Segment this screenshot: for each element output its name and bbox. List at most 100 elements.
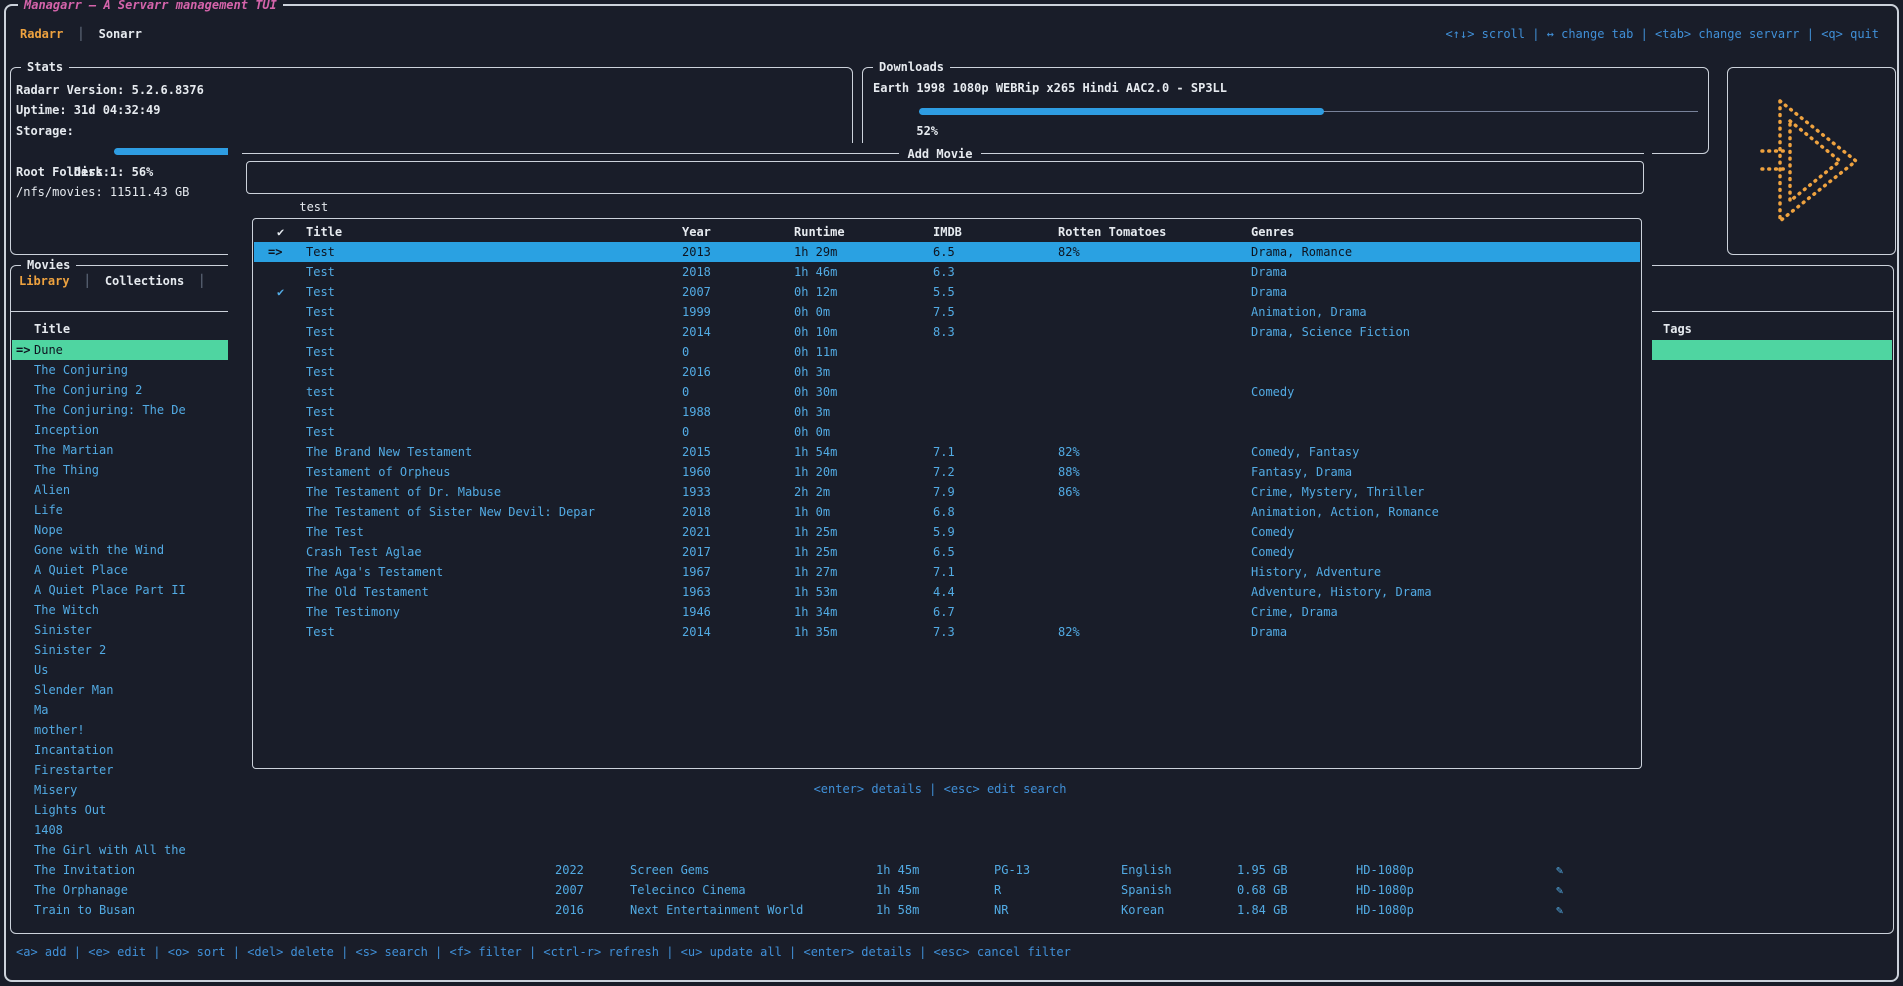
add-movie-row[interactable]: The Testament of Dr. Mabuse19332h 2m7.98… xyxy=(254,482,1640,502)
add-movie-row[interactable]: The Old Testament19631h 53m4.4Adventure,… xyxy=(254,582,1640,602)
movie-title: The Martian xyxy=(34,440,113,460)
movie-runtime: 1h 45m xyxy=(876,860,919,880)
result-title: The Testament of Sister New Devil: Depar xyxy=(306,502,595,522)
add-movie-row[interactable]: =>Test20131h 29m6.582%Drama, Romance xyxy=(254,242,1640,262)
result-runtime: 1h 35m xyxy=(794,622,837,642)
add-movie-row[interactable]: The Testament of Sister New Devil: Depar… xyxy=(254,502,1640,522)
result-year: 2015 xyxy=(682,442,711,462)
logo-panel xyxy=(1727,67,1896,255)
movie-language: English xyxy=(1121,860,1172,880)
result-title: Testament of Orpheus xyxy=(306,462,451,482)
movie-title: Misery xyxy=(34,780,77,800)
result-runtime: 0h 3m xyxy=(794,362,830,382)
result-year: 2014 xyxy=(682,322,711,342)
add-movie-search-input[interactable]: test xyxy=(246,161,1644,194)
add-movie-row[interactable]: Testament of Orpheus19601h 20m7.288%Fant… xyxy=(254,462,1640,482)
add-movie-row[interactable]: Test20140h 10m8.3Drama, Science Fiction xyxy=(254,322,1640,342)
result-title: Test xyxy=(306,622,335,642)
add-movie-row[interactable]: Test20160h 3m xyxy=(254,362,1640,382)
add-movie-rows: =>Test20131h 29m6.582%Drama, RomanceTest… xyxy=(254,242,1640,642)
column-genres: Genres xyxy=(1251,222,1294,242)
result-year: 2018 xyxy=(682,502,711,522)
result-year: 2017 xyxy=(682,542,711,562)
movie-title: 1408 xyxy=(34,820,63,840)
library-row[interactable]: The Orphanage2007Telecinco Cinema1h 45mR… xyxy=(12,880,1892,900)
movie-title: Alien xyxy=(34,480,70,500)
result-runtime: 1h 53m xyxy=(794,582,837,602)
result-genres: Drama, Science Fiction xyxy=(1251,322,1410,342)
result-genres: Drama xyxy=(1251,282,1287,302)
result-year: 1963 xyxy=(682,582,711,602)
download-progressbar xyxy=(919,101,1698,121)
add-movie-row[interactable]: Test00h 0m xyxy=(254,422,1640,442)
column-tags: Tags xyxy=(1663,319,1692,339)
add-movie-row[interactable]: Test20141h 35m7.382%Drama xyxy=(254,622,1640,642)
movie-title: The Orphanage xyxy=(34,880,128,900)
result-imdb: 7.1 xyxy=(933,562,955,582)
result-title: Test xyxy=(306,402,335,422)
result-genres: Comedy xyxy=(1251,382,1294,402)
movie-title: The Conjuring: The De xyxy=(34,400,186,420)
radarr-version: Radarr Version: 5.2.6.8376 xyxy=(16,80,844,100)
result-year: 2007 xyxy=(682,282,711,302)
movie-quality: HD-1080p xyxy=(1356,900,1414,920)
result-year: 2014 xyxy=(682,622,711,642)
result-imdb: 6.3 xyxy=(933,262,955,282)
add-movie-row[interactable]: Crash Test Aglae20171h 25m6.5Comedy xyxy=(254,542,1640,562)
stats-panel-title: Stats xyxy=(21,59,69,75)
result-genres: Drama, Romance xyxy=(1251,242,1352,262)
add-movie-row[interactable]: test00h 30mComedy xyxy=(254,382,1640,402)
result-imdb: 7.3 xyxy=(933,622,955,642)
column-rotten-tomatoes: Rotten Tomatoes xyxy=(1058,222,1166,242)
result-imdb: 8.3 xyxy=(933,322,955,342)
movie-title: Sinister xyxy=(34,620,92,640)
movie-title: Dune xyxy=(34,340,63,360)
movie-title: Lights Out xyxy=(34,800,106,820)
add-movie-row[interactable]: The Test20211h 25m5.9Comedy xyxy=(254,522,1640,542)
tab-library[interactable]: Library xyxy=(19,271,70,291)
add-movie-row[interactable]: Test19990h 0m7.5Animation, Drama xyxy=(254,302,1640,322)
tab-collections[interactable]: Collections xyxy=(105,271,184,291)
movie-rating: NR xyxy=(994,900,1008,920)
result-title: Test xyxy=(306,242,335,262)
tag-edit-icon: ✎ xyxy=(1556,900,1563,920)
tab-sonarr[interactable]: Sonarr xyxy=(99,24,142,44)
add-movie-row[interactable]: The Testimony19461h 34m6.7Crime, Drama xyxy=(254,602,1640,622)
movie-title: Nope xyxy=(34,520,63,540)
result-runtime: 0h 11m xyxy=(794,342,837,362)
add-movie-row[interactable]: Test19880h 3m xyxy=(254,402,1640,422)
add-movie-row[interactable]: Test00h 11m xyxy=(254,342,1640,362)
movie-title: Firestarter xyxy=(34,760,113,780)
movie-runtime: 1h 58m xyxy=(876,900,919,920)
add-movie-row[interactable]: The Aga's Testament19671h 27m7.1History,… xyxy=(254,562,1640,582)
result-title: Test xyxy=(306,322,335,342)
result-imdb: 6.7 xyxy=(933,602,955,622)
result-runtime: 0h 30m xyxy=(794,382,837,402)
library-row[interactable]: Train to Busan2016Next Entertainment Wor… xyxy=(12,900,1892,920)
movie-title: The Invitation xyxy=(34,860,135,880)
tab-radarr[interactable]: Radarr xyxy=(20,24,63,44)
search-value: test xyxy=(299,200,328,214)
add-movie-row[interactable]: The Brand New Testament20151h 54m7.182%C… xyxy=(254,442,1640,462)
result-year: 2021 xyxy=(682,522,711,542)
result-genres: Comedy xyxy=(1251,542,1294,562)
tag-edit-icon: ✎ xyxy=(1556,880,1563,900)
result-title: The Aga's Testament xyxy=(306,562,443,582)
movie-title: The Thing xyxy=(34,460,99,480)
tag-edit-icon: ✎ xyxy=(1556,860,1563,880)
result-runtime: 1h 46m xyxy=(794,262,837,282)
add-movie-modal: Add Movie test ✔ Title Year Runtime IMDB… xyxy=(228,143,1652,860)
add-movie-row[interactable]: Test20181h 46m6.3Drama xyxy=(254,262,1640,282)
result-runtime: 1h 54m xyxy=(794,442,837,462)
result-title: Test xyxy=(306,422,335,442)
library-row[interactable]: The Invitation2022Screen Gems1h 45mPG-13… xyxy=(12,860,1892,880)
selection-arrow: => xyxy=(268,242,282,262)
result-genres: Adventure, History, Drama xyxy=(1251,582,1432,602)
movie-title: The Witch xyxy=(34,600,99,620)
result-rt: 82% xyxy=(1058,622,1080,642)
add-movie-row[interactable]: ✔Test20070h 12m5.5Drama xyxy=(254,282,1640,302)
result-year: 1999 xyxy=(682,302,711,322)
movie-studio: Telecinco Cinema xyxy=(630,880,746,900)
column-imdb: IMDB xyxy=(933,222,962,242)
movie-runtime: 1h 45m xyxy=(876,880,919,900)
